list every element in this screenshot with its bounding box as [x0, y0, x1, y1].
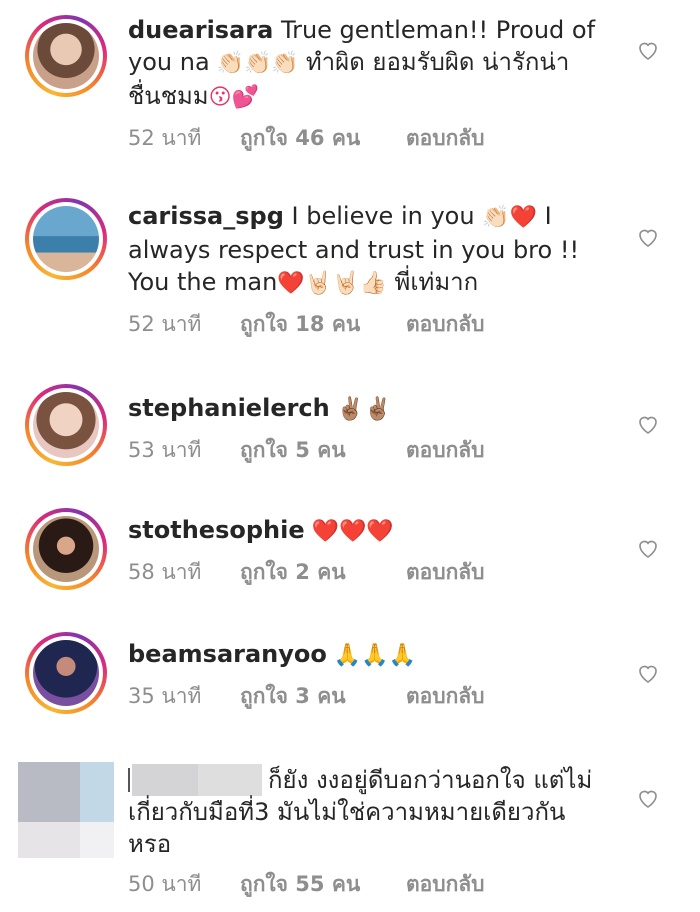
likes-count[interactable]: ถูกใจ 18 คน	[240, 308, 406, 341]
username[interactable]: stephanielerch	[128, 394, 330, 422]
likes-count[interactable]: ถูกใจ 3 คน	[240, 680, 406, 713]
likes-count[interactable]: ถูกใจ 55 คน	[240, 868, 406, 901]
comment-meta: 52 นาที ถูกใจ 46 คน ตอบกลับ	[128, 122, 598, 155]
like-heart-icon[interactable]	[636, 661, 660, 685]
like-heart-icon[interactable]	[636, 412, 660, 436]
reply-button[interactable]: ตอบกลับ	[406, 122, 485, 155]
comment-meta: 53 นาที ถูกใจ 5 คน ตอบกลับ	[128, 434, 598, 467]
like-heart-icon[interactable]	[636, 38, 660, 62]
avatar[interactable]	[25, 508, 107, 590]
like-heart-icon[interactable]	[636, 225, 660, 249]
comment-meta: 50 นาที ถูกใจ 55 คน ตอบกลับ	[128, 868, 598, 901]
comment-text: carissa_spg I believe in you 👏🏻❤️ I alwa…	[128, 202, 580, 296]
comment-time: 52 นาที	[128, 312, 202, 336]
comment-time: 58 นาที	[128, 560, 202, 584]
avatar[interactable]	[25, 198, 107, 280]
reply-button[interactable]: ตอบกลับ	[406, 434, 485, 467]
username[interactable]: beamsaranyoo	[128, 640, 327, 668]
comment-time: 53 นาที	[128, 438, 202, 462]
username[interactable]: carissa_spg	[128, 202, 284, 230]
reply-button[interactable]: ตอบกลับ	[406, 680, 485, 713]
likes-count[interactable]: ถูกใจ 46 คน	[240, 122, 406, 155]
avatar[interactable]	[25, 15, 107, 97]
avatar[interactable]	[25, 632, 107, 714]
reply-button[interactable]: ตอบกลับ	[406, 556, 485, 589]
username[interactable]: duearisara	[128, 16, 273, 44]
reply-button[interactable]: ตอบกลับ	[406, 868, 485, 901]
comment-text: stephanielerch ✌🏽✌🏽	[128, 394, 392, 422]
comment-time: 35 นาที	[128, 684, 202, 708]
reply-button[interactable]: ตอบกลับ	[406, 308, 485, 341]
avatar[interactable]	[25, 384, 107, 466]
username[interactable]: stothesophie	[128, 516, 305, 544]
like-heart-icon[interactable]	[636, 786, 660, 810]
comment-meta: 52 นาที ถูกใจ 18 คน ตอบกลับ	[128, 308, 598, 341]
likes-count[interactable]: ถูกใจ 5 คน	[240, 434, 406, 467]
comment-text: stothesophie ❤️❤️❤️	[128, 516, 394, 544]
avatar[interactable]	[18, 762, 114, 858]
comment-text: beamsaranyoo 🙏🙏🙏	[128, 640, 417, 668]
comment-meta: 35 นาที ถูกใจ 3 คน ตอบกลับ	[128, 680, 598, 713]
comment-time: 52 นาที	[128, 126, 202, 150]
comment-text: duearisara True gentleman!! Proud of you…	[128, 16, 596, 110]
comment-text: ก็ยัง งงอยู่ดีบอกว่านอกใจ แต่ไม่เกี่ยวกั…	[128, 766, 593, 858]
likes-count[interactable]: ถูกใจ 2 คน	[240, 556, 406, 589]
like-heart-icon[interactable]	[636, 536, 660, 560]
comment-time: 50 นาที	[128, 872, 202, 896]
comment-meta: 58 นาที ถูกใจ 2 คน ตอบกลับ	[128, 556, 598, 589]
